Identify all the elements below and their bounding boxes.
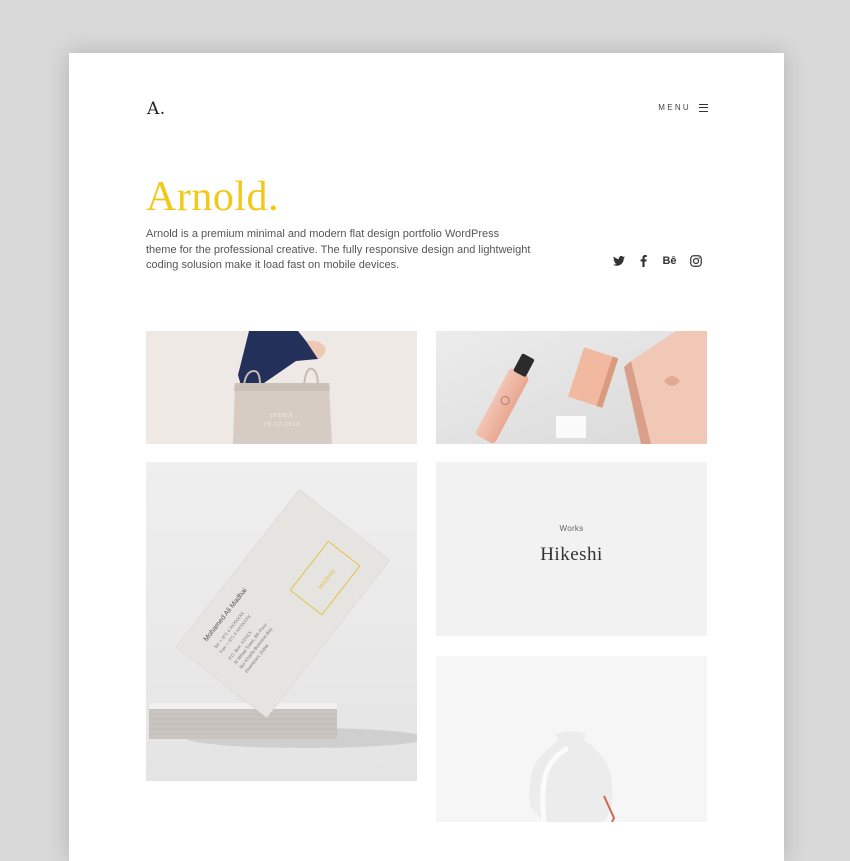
portfolio-tile-business-card[interactable]: Mohamed Ali Madhai Tel: + 971 4 XXXXXXX … bbox=[146, 462, 417, 781]
portfolio-tile-tote-bag[interactable]: INDEX 19.12.2018 bbox=[146, 331, 417, 444]
works-project-title: Hikeshi bbox=[540, 544, 603, 565]
tote-bag-image: INDEX 19.12.2018 bbox=[146, 331, 417, 444]
menu-button[interactable]: MENU bbox=[658, 103, 708, 112]
site-logo[interactable]: A. bbox=[147, 99, 166, 119]
cosmetics-image bbox=[436, 331, 707, 444]
behance-icon[interactable]: Bē bbox=[662, 254, 677, 267]
business-card-image: Mohamed Ali Madhai Tel: + 971 4 XXXXXXX … bbox=[146, 462, 417, 781]
svg-text:INDEX: INDEX bbox=[270, 413, 294, 419]
hero-description: Arnold is a premium minimal and modern f… bbox=[146, 228, 531, 271]
page-frame: A. MENU Arnold. Arnold is a premium mini… bbox=[69, 53, 784, 861]
menu-label: MENU bbox=[658, 103, 691, 112]
social-links: Bē bbox=[612, 254, 702, 267]
vase-image bbox=[436, 656, 707, 822]
works-category-label: Works bbox=[559, 524, 584, 533]
hero-title: Arnold. bbox=[146, 174, 279, 220]
portfolio-tile-cosmetics[interactable] bbox=[436, 331, 707, 444]
portfolio-tile-vase[interactable] bbox=[436, 656, 707, 822]
svg-text:19.12.2018: 19.12.2018 bbox=[264, 422, 301, 428]
facebook-icon[interactable] bbox=[637, 254, 650, 267]
instagram-icon[interactable] bbox=[689, 254, 702, 267]
hamburger-icon bbox=[699, 103, 708, 112]
portfolio-tile-works[interactable]: Works Hikeshi bbox=[436, 462, 707, 636]
twitter-icon[interactable] bbox=[612, 254, 625, 267]
